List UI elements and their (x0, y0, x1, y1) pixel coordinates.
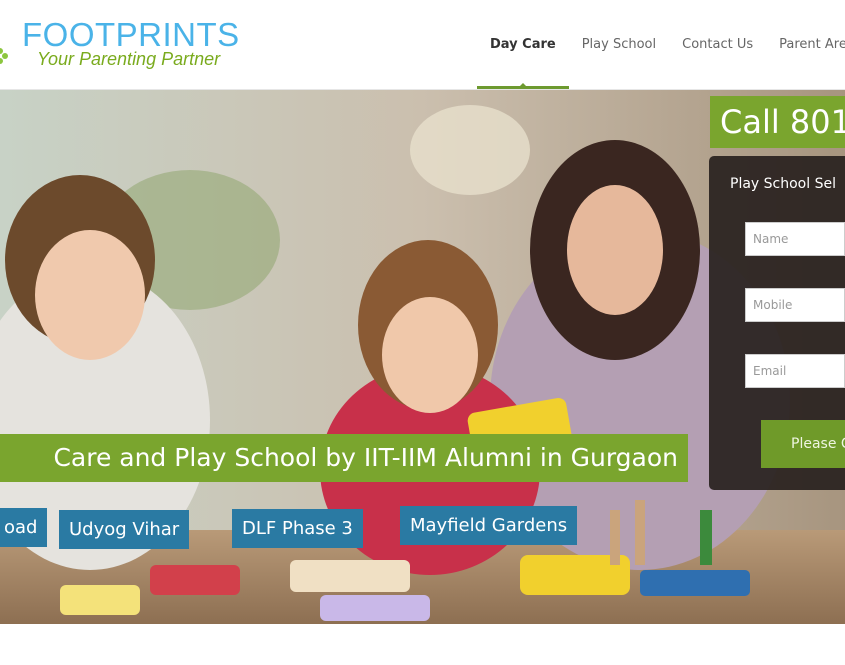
nav-item-label: Play School (581, 37, 657, 52)
main-nav: Day Care Play School Contact Us Parent A… (477, 0, 845, 89)
location-button-road[interactable]: oad (0, 508, 48, 547)
nav-item-label: Contact Us (682, 37, 754, 52)
nav-item-play-school[interactable]: Play School (569, 0, 669, 89)
location-button-dlf-phase-3[interactable]: DLF Phase 3 (232, 509, 363, 548)
active-caret-icon (519, 83, 526, 86)
email-input[interactable]: Email (745, 354, 845, 388)
site-header: FOOTPRINTS Your Parenting Partner Day Ca… (0, 0, 845, 90)
mobile-input[interactable]: Mobile (745, 288, 845, 322)
name-input[interactable]: Name (745, 222, 845, 256)
nav-item-contact-us[interactable]: Contact Us (669, 0, 766, 89)
location-button-udyog-vihar[interactable]: Udyog Vihar (59, 510, 190, 549)
flower-logo-icon (0, 48, 8, 64)
brand-tagline: Your Parenting Partner (37, 49, 221, 69)
nav-item-parent-area[interactable]: Parent Area (766, 0, 845, 89)
hero-banner: Care and Play School by IIT-IIM Alumni i… (0, 434, 688, 482)
brand-name: FOOTPRINTS (22, 16, 240, 53)
call-number-bar[interactable]: Call 801 (710, 96, 845, 148)
site-logo[interactable]: FOOTPRINTS Your Parenting Partner (0, 12, 240, 76)
nav-item-day-care[interactable]: Day Care (477, 0, 569, 89)
location-button-mayfield-gardens[interactable]: Mayfield Gardens (400, 506, 578, 545)
form-title: Play School Sel (730, 176, 836, 192)
nav-item-label: Parent Area (779, 37, 845, 52)
nav-item-label: Day Care (490, 37, 556, 52)
submit-button[interactable]: Please C (761, 420, 845, 468)
enquiry-form: Play School Sel Name Mobile Email Please… (709, 156, 845, 490)
